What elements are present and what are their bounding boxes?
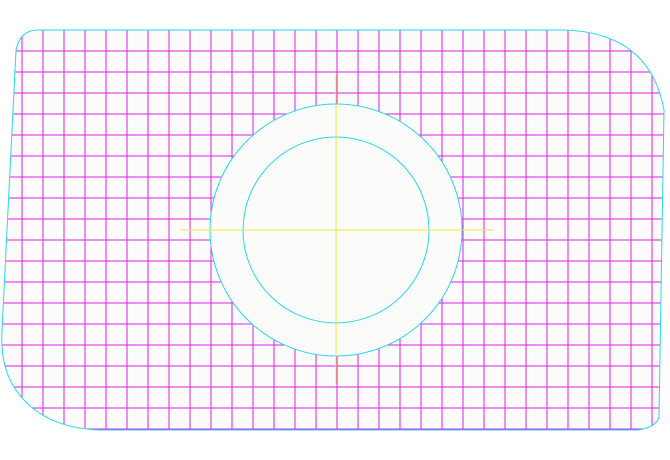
cad-drawing-canvas — [0, 0, 670, 460]
drawing-svg — [1, 29, 665, 431]
